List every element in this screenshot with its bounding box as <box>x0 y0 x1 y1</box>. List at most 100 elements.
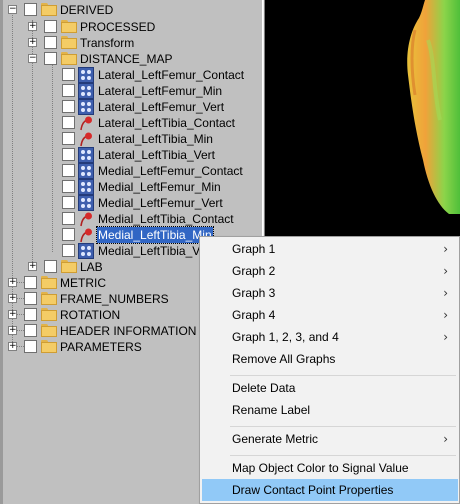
menu-item-label: Remove All Graphs <box>232 352 336 366</box>
menu-item-generate-metric[interactable]: Generate Metric › <box>202 428 458 450</box>
folder-icon <box>61 20 77 33</box>
tree-label: HEADER INFORMATION <box>60 324 197 338</box>
tree-label: PARAMETERS <box>60 340 142 354</box>
tree-checkbox[interactable] <box>24 3 37 16</box>
tree-checkbox[interactable] <box>62 84 75 97</box>
tree-label: DERIVED <box>60 3 114 17</box>
menu-item-label: Draw Contact Point Properties <box>232 483 394 497</box>
tree-label: DISTANCE_MAP <box>80 52 173 66</box>
tree-checkbox[interactable] <box>62 132 75 145</box>
menu-item-graph-3[interactable]: Graph 3 › <box>202 282 458 304</box>
tree-row-contact[interactable]: Medial_LeftTibia_Contact <box>0 211 260 227</box>
folder-icon <box>61 52 77 65</box>
tree-checkbox[interactable] <box>62 116 75 129</box>
signal-grid-icon <box>78 147 94 163</box>
tree-checkbox[interactable] <box>24 308 37 321</box>
menu-item-label: Graph 4 <box>232 308 276 322</box>
collapse-icon[interactable]: − <box>28 54 37 63</box>
signal-grid-icon <box>78 195 94 211</box>
signal-grid-icon <box>78 179 94 195</box>
expand-icon[interactable]: + <box>28 38 37 47</box>
tree-row-signal[interactable]: Lateral_LeftFemur_Vert <box>0 99 260 115</box>
tree-row-distance-map[interactable]: − DISTANCE_MAP <box>0 51 260 67</box>
tree-label: Lateral_LeftTibia_Min <box>98 132 213 146</box>
submenu-arrow-icon: › <box>443 242 448 256</box>
tree-label: FRAME_NUMBERS <box>60 292 169 306</box>
tree-checkbox[interactable] <box>44 20 57 33</box>
menu-separator <box>230 375 456 376</box>
tree-row-contact[interactable]: Lateral_LeftTibia_Contact <box>0 115 260 131</box>
tree-label: Medial_LeftFemur_Contact <box>98 164 243 178</box>
tree-label: Medial_LeftTibia_Contact <box>98 212 234 226</box>
tree-checkbox[interactable] <box>62 68 75 81</box>
expand-icon[interactable]: + <box>28 262 37 271</box>
collapse-icon[interactable]: − <box>8 5 17 14</box>
menu-item-label: Generate Metric <box>232 432 319 446</box>
menu-item-graph-1[interactable]: Graph 1 › <box>202 238 458 260</box>
folder-icon <box>41 308 57 321</box>
folder-icon <box>41 340 57 353</box>
tree-label: Lateral_LeftFemur_Vert <box>98 100 225 114</box>
contact-point-icon <box>80 116 92 131</box>
tree-checkbox[interactable] <box>44 36 57 49</box>
menu-item-label: Delete Data <box>232 381 296 395</box>
tree-checkbox[interactable] <box>62 180 75 193</box>
submenu-arrow-icon: › <box>443 286 448 300</box>
menu-separator <box>230 455 456 456</box>
tree-checkbox[interactable] <box>24 324 37 337</box>
folder-icon <box>61 36 77 49</box>
expand-icon[interactable]: + <box>8 342 17 351</box>
signal-grid-icon <box>78 99 94 115</box>
tree-row-contact[interactable]: Lateral_LeftTibia_Min <box>0 131 260 147</box>
tree-checkbox[interactable] <box>62 228 75 241</box>
menu-item-draw-contact-point-properties[interactable]: Draw Contact Point Properties <box>202 479 458 501</box>
tree-checkbox[interactable] <box>24 292 37 305</box>
tree-checkbox[interactable] <box>62 100 75 113</box>
tree-label: Medial_LeftFemur_Min <box>98 180 221 194</box>
menu-item-label: Graph 1, 2, 3, and 4 <box>232 330 339 344</box>
tree-label: Lateral_LeftFemur_Contact <box>98 68 245 82</box>
tree-checkbox[interactable] <box>44 260 57 273</box>
expand-icon[interactable]: + <box>8 326 17 335</box>
expand-icon[interactable]: + <box>28 22 37 31</box>
tree-label-selected: Medial_LeftTibia_Min <box>96 226 214 244</box>
tree-row-processed[interactable]: + PROCESSED <box>0 19 260 35</box>
tree-label: Medial_LeftFemur_Vert <box>98 196 223 210</box>
tree-checkbox[interactable] <box>62 244 75 257</box>
tree-row-transform[interactable]: + Transform <box>0 35 260 51</box>
menu-item-graph-2[interactable]: Graph 2 › <box>202 260 458 282</box>
tree-label: ROTATION <box>60 308 121 322</box>
tree-checkbox[interactable] <box>62 212 75 225</box>
menu-item-map-object-color[interactable]: Map Object Color to Signal Value <box>202 457 458 479</box>
expand-icon[interactable]: + <box>8 278 17 287</box>
menu-item-label: Graph 3 <box>232 286 276 300</box>
tree-row-signal[interactable]: Lateral_LeftTibia_Vert <box>0 147 260 163</box>
tree-checkbox[interactable] <box>62 196 75 209</box>
menu-item-graph-all[interactable]: Graph 1, 2, 3, and 4 › <box>202 326 458 348</box>
tree-checkbox[interactable] <box>62 148 75 161</box>
context-menu: Graph 1 › Graph 2 › Graph 3 › Graph 4 › Grap… <box>199 236 460 504</box>
tree-checkbox[interactable] <box>24 340 37 353</box>
tree-row-signal[interactable]: Lateral_LeftFemur_Min <box>0 83 260 99</box>
tree-checkbox[interactable] <box>44 52 57 65</box>
tree-row-signal[interactable]: Medial_LeftFemur_Contact <box>0 163 260 179</box>
tree-row-signal[interactable]: Medial_LeftFemur_Min <box>0 179 260 195</box>
tree-label: Medial_LeftTibia_Ve <box>98 244 207 258</box>
tree-row-signal[interactable]: Medial_LeftFemur_Vert <box>0 195 260 211</box>
folder-icon <box>41 324 57 337</box>
tree-label: Lateral_LeftFemur_Min <box>98 84 223 98</box>
menu-item-graph-4[interactable]: Graph 4 › <box>202 304 458 326</box>
tree-label: Transform <box>80 36 135 50</box>
expand-icon[interactable]: + <box>8 310 17 319</box>
submenu-arrow-icon: › <box>443 432 448 446</box>
tree-checkbox[interactable] <box>62 164 75 177</box>
menu-item-rename-label[interactable]: Rename Label <box>202 399 458 421</box>
folder-icon <box>41 292 57 305</box>
expand-icon[interactable]: + <box>8 294 17 303</box>
tree-checkbox[interactable] <box>24 276 37 289</box>
menu-item-delete-data[interactable]: Delete Data <box>202 377 458 399</box>
menu-item-remove-all-graphs[interactable]: Remove All Graphs <box>202 348 458 370</box>
signal-grid-icon <box>78 83 94 99</box>
tree-row-signal[interactable]: Lateral_LeftFemur_Contact <box>0 67 260 83</box>
tree-row-derived[interactable]: − DERIVED <box>0 2 260 18</box>
